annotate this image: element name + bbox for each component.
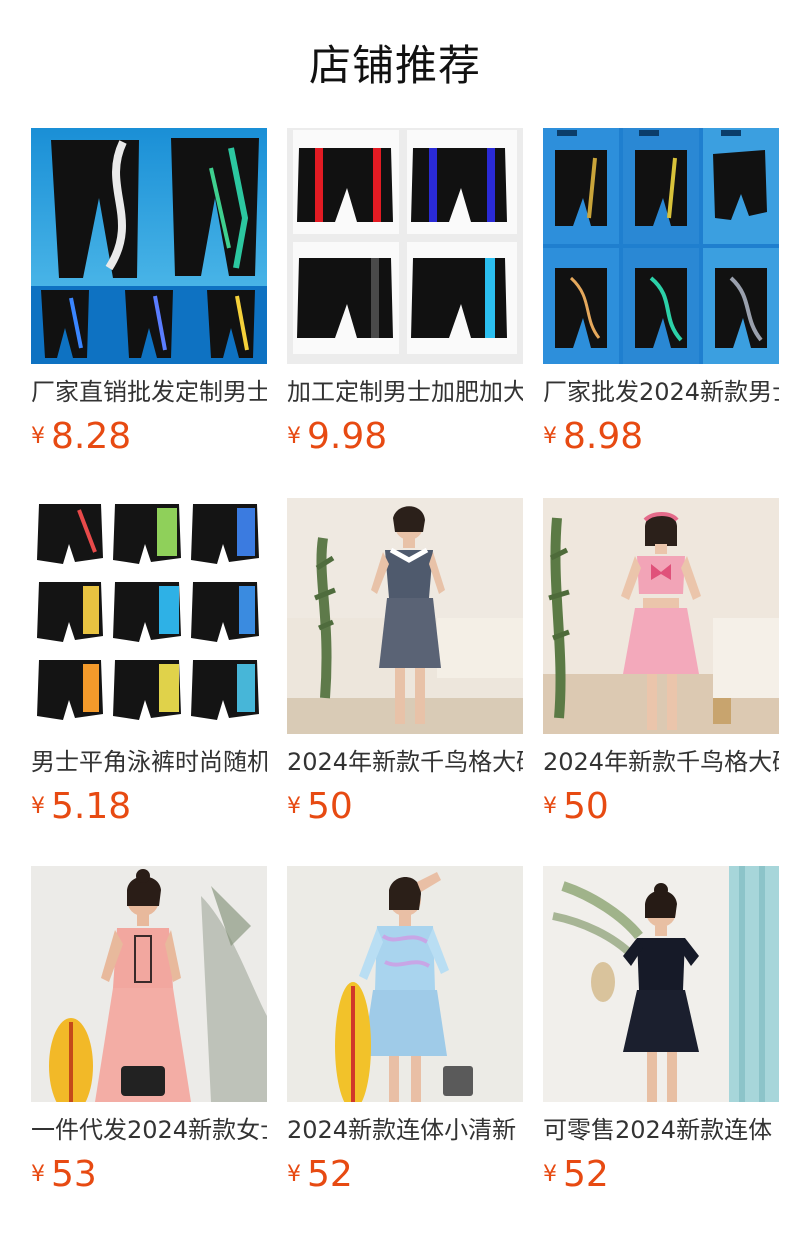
recommend-page: 店铺推荐 厂家直销批发定制男士 ¥ 8.28 加工定制男士加肥加大 ¥ 9.98…: [0, 0, 790, 1236]
product-title[interactable]: 厂家直销批发定制男士: [31, 376, 267, 408]
product-image-men-swim-shorts-sport-print[interactable]: [543, 128, 779, 364]
price-value: 5.18: [51, 786, 132, 827]
currency-symbol: ¥: [287, 1162, 301, 1187]
product-price: ¥50: [287, 786, 353, 830]
product-title[interactable]: 可零售2024新款连体: [543, 1114, 779, 1146]
section-title: 店铺推荐: [308, 41, 481, 90]
currency-symbol: ¥: [31, 424, 45, 449]
product-image-women-pink-swim-dress[interactable]: [31, 866, 267, 1102]
price-value: 53: [51, 1154, 97, 1195]
currency-symbol: ¥: [31, 794, 45, 819]
currency-symbol: ¥: [543, 794, 557, 819]
product-card[interactable]: 加工定制男士加肥加大 ¥9.98: [287, 128, 523, 468]
product-title[interactable]: 男士平角泳裤时尚随机: [31, 746, 267, 778]
product-price: ¥53: [31, 1154, 97, 1198]
product-price: ¥5.18: [31, 786, 131, 830]
product-title[interactable]: 厂家批发2024新款男士: [543, 376, 779, 408]
product-price: ¥52: [543, 1154, 609, 1198]
product-card[interactable]: 一件代发2024新款女士 ¥53: [31, 866, 267, 1206]
price-value: 50: [563, 786, 609, 827]
product-image-women-black-swim-dress[interactable]: [543, 866, 779, 1102]
product-card[interactable]: 厂家直销批发定制男士 ¥8.28: [31, 128, 267, 468]
price-value: 8.98: [563, 416, 644, 457]
product-image-women-pink-gingham-swimsuit[interactable]: [543, 498, 779, 734]
product-title[interactable]: 一件代发2024新款女士: [31, 1114, 267, 1146]
product-image-women-blue-floral-swimsuit[interactable]: [287, 866, 523, 1102]
product-card[interactable]: 2024年新款千鸟格大码 ¥50: [287, 498, 523, 838]
product-card[interactable]: 2024新款连体小清新 ¥52: [287, 866, 523, 1206]
product-title[interactable]: 2024年新款千鸟格大码: [287, 746, 523, 778]
product-title[interactable]: 2024年新款千鸟格大码: [543, 746, 779, 778]
product-title[interactable]: 2024新款连体小清新: [287, 1114, 523, 1146]
product-price: ¥8.98: [543, 416, 643, 460]
product-card[interactable]: 男士平角泳裤时尚随机 ¥5.18: [31, 498, 267, 838]
price-value: 52: [563, 1154, 609, 1195]
product-card[interactable]: 2024年新款千鸟格大码 ¥50: [543, 498, 779, 838]
currency-symbol: ¥: [287, 424, 301, 449]
product-card[interactable]: 厂家批发2024新款男士 ¥8.98: [543, 128, 779, 468]
product-image-men-boxer-swim-trunks-graphic[interactable]: [31, 498, 267, 734]
product-image-men-swim-shorts-colored-stripes[interactable]: [287, 128, 523, 364]
currency-symbol: ¥: [543, 424, 557, 449]
product-image-men-swim-shorts-ocean[interactable]: [31, 128, 267, 364]
product-price: ¥9.98: [287, 416, 387, 460]
product-title[interactable]: 加工定制男士加肥加大: [287, 376, 523, 408]
product-card[interactable]: 可零售2024新款连体 ¥52: [543, 866, 779, 1206]
product-price: ¥50: [543, 786, 609, 830]
product-price: ¥8.28: [31, 416, 131, 460]
price-value: 8.28: [51, 416, 132, 457]
product-price: ¥52: [287, 1154, 353, 1198]
price-value: 9.98: [307, 416, 388, 457]
currency-symbol: ¥: [543, 1162, 557, 1187]
currency-symbol: ¥: [31, 1162, 45, 1187]
currency-symbol: ¥: [287, 794, 301, 819]
product-image-women-houndstooth-swimsuit[interactable]: [287, 498, 523, 734]
price-value: 52: [307, 1154, 353, 1195]
price-value: 50: [307, 786, 353, 827]
